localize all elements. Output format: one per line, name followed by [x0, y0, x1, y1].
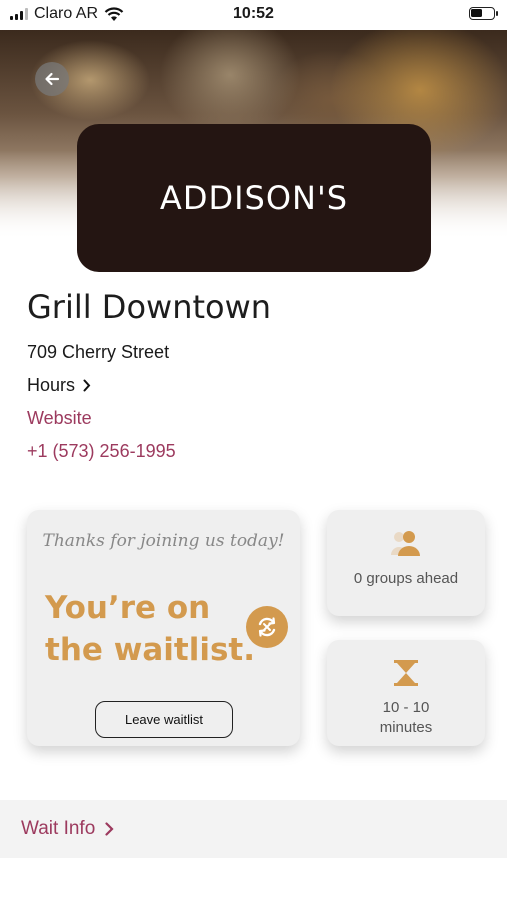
back-arrow-icon — [45, 72, 60, 86]
back-button[interactable] — [35, 62, 69, 96]
brand-logo-card: ADDISON'S — [77, 124, 431, 272]
chevron-right-icon — [105, 822, 114, 836]
hours-link[interactable]: Hours — [27, 375, 91, 396]
status-time: 10:52 — [233, 5, 274, 22]
hourglass-icon — [394, 660, 418, 686]
groups-icon-wrap — [327, 528, 485, 558]
wait-info-label: Wait Info — [21, 818, 96, 839]
time-icon-wrap — [327, 658, 485, 688]
waitlist-status-line-2: the waitlist. — [45, 632, 256, 668]
venue-title: Grill Downtown — [27, 288, 272, 326]
groups-ahead-card: 0 groups ahead — [327, 510, 485, 616]
brand-name: ADDISON'S — [159, 179, 349, 217]
battery-icon — [469, 7, 498, 20]
phone-link[interactable]: +1 (573) 256-1995 — [27, 441, 176, 462]
wait-time-text: 10 - 10 minutes — [327, 698, 485, 738]
chevron-right-icon — [83, 379, 91, 392]
groups-ahead-text: 0 groups ahead — [353, 570, 459, 587]
refresh-icon — [258, 617, 276, 637]
wait-time-range: 10 - 10 — [382, 699, 430, 716]
leave-waitlist-button[interactable]: Leave waitlist — [95, 701, 233, 738]
thanks-message: Thanks for joining us today! — [42, 531, 285, 551]
hours-label: Hours — [27, 375, 76, 395]
person-icon — [391, 531, 420, 556]
refresh-button[interactable] — [246, 606, 288, 648]
website-link[interactable]: Website — [27, 408, 92, 429]
wait-time-unit: minutes — [379, 719, 433, 736]
wait-info-row[interactable]: Wait Info — [0, 800, 507, 858]
venue-address: 709 Cherry Street — [27, 342, 170, 362]
waitlist-card: Thanks for joining us today! You’re on t… — [27, 510, 300, 746]
status-bar: Claro AR 10:52 — [0, 0, 507, 30]
wait-time-card: 10 - 10 minutes — [327, 640, 485, 746]
waitlist-status-line-1: You’re on — [45, 590, 211, 626]
